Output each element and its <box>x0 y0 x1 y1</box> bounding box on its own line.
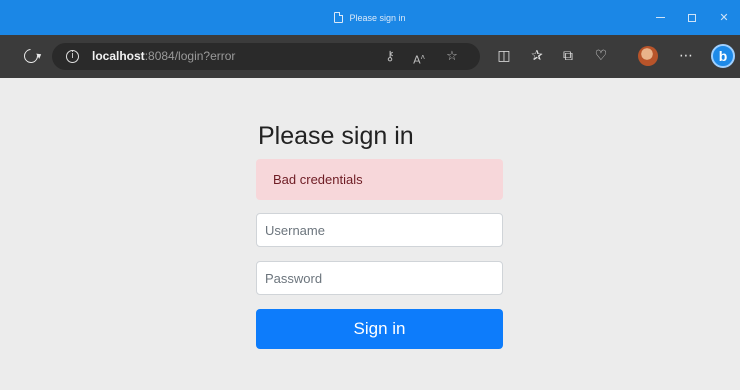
password-input[interactable] <box>256 261 503 295</box>
sign-in-button[interactable]: Sign in <box>256 309 503 349</box>
window-title-text: Please sign in <box>349 12 406 23</box>
browser-toolbar: i localhost:8084/login?error ⚷ Aʌ ☆ ◫ ✰ … <box>0 35 740 78</box>
page-icon <box>334 12 344 23</box>
close-icon: ✕ <box>719 12 729 24</box>
address-bar[interactable]: i localhost:8084/login?error ⚷ Aʌ ☆ <box>52 43 480 70</box>
read-aloud-icon[interactable]: Aʌ <box>410 48 428 67</box>
page-content: Please sign in Bad credentials Sign in <box>0 78 740 390</box>
window-controls: ✕ <box>644 0 740 35</box>
username-input[interactable] <box>256 213 503 247</box>
key-icon[interactable]: ⚷ <box>381 48 399 66</box>
favorites-icon[interactable]: ✰ <box>526 45 548 67</box>
close-button[interactable]: ✕ <box>708 0 740 35</box>
bing-icon[interactable]: b <box>711 44 735 68</box>
refresh-icon[interactable] <box>21 46 41 66</box>
browser-essentials-icon[interactable]: ♡ <box>590 45 612 67</box>
avatar-icon[interactable] <box>638 46 658 66</box>
split-screen-icon[interactable]: ◫ <box>493 45 515 67</box>
window-title: Please sign in <box>0 0 740 35</box>
collections-icon[interactable]: ⧉ <box>557 45 579 67</box>
url-text[interactable]: localhost:8084/login?error <box>92 43 235 70</box>
url-path: :8084/login?error <box>144 49 236 63</box>
minimize-button[interactable] <box>644 0 676 35</box>
more-icon[interactable]: ⋯ <box>675 45 697 67</box>
window-titlebar: Please sign in ✕ <box>0 0 740 35</box>
minimize-icon <box>655 17 665 18</box>
url-host: localhost <box>92 49 145 63</box>
maximize-icon <box>688 13 696 22</box>
info-icon[interactable]: i <box>66 50 79 63</box>
star-icon[interactable]: ☆ <box>443 48 461 66</box>
page-title: Please sign in <box>258 122 414 150</box>
error-alert: Bad credentials <box>256 159 503 200</box>
maximize-button[interactable] <box>676 0 708 35</box>
